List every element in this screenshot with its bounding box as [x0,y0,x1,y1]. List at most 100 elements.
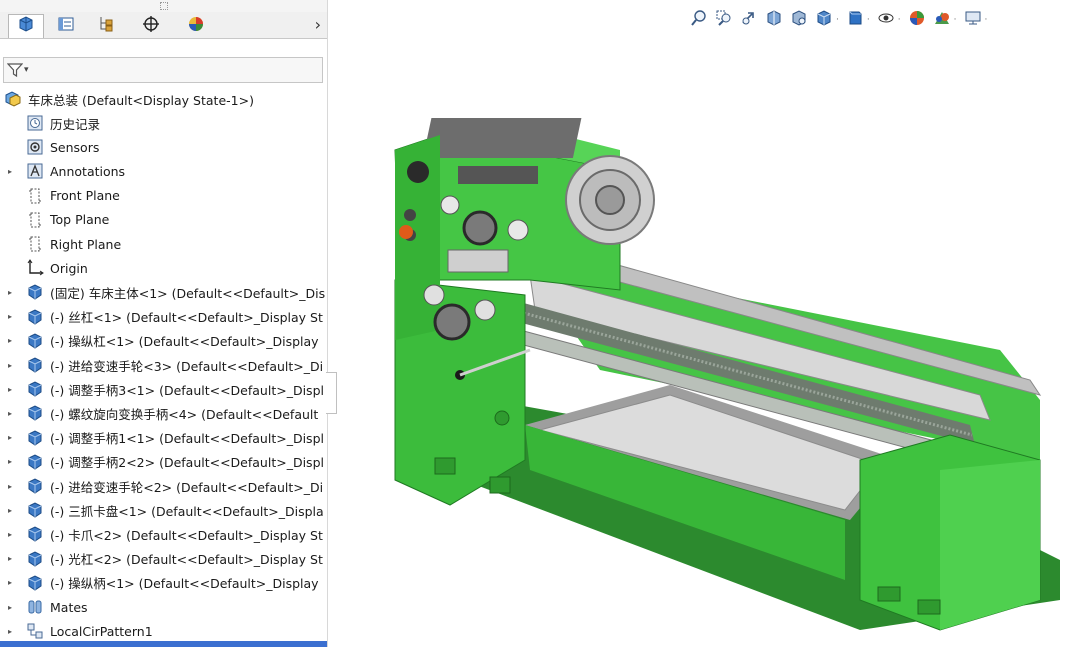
view-orientation-icon [815,9,833,31]
dropdown-caret-icon[interactable]: · [985,15,988,25]
apply-scene-button[interactable] [931,9,953,31]
dropdown-caret-icon[interactable]: · [867,15,870,25]
tree-item-label: (-) 调整手柄3<1> (Default<<Default>_Displ [50,382,324,398]
tree-item[interactable]: ▸ (-) 调整手柄1<1> (Default<<Default>_Displ [0,427,327,449]
expand-arrow-icon[interactable]: ▸ [8,288,12,297]
tree-item[interactable]: ▸ (固定) 车床主体<1> (Default<<Default>_Dis [0,281,327,303]
panel-scroll-indicator[interactable] [326,372,337,414]
tree-item[interactable]: Front Plane [0,185,327,207]
expand-arrow-icon[interactable]: ▸ [8,506,12,515]
expand-arrow-icon[interactable]: ▸ [8,482,12,491]
previous-view-icon [740,9,758,31]
panel-grip[interactable] [0,0,327,12]
expand-arrow-icon[interactable]: ▸ [8,530,12,539]
zoom-to-area-button[interactable] [713,9,735,31]
expand-arrow-icon[interactable]: ▸ [8,409,12,418]
tree-item-label: 车床总装 (Default<Display State-1>) [28,92,254,108]
tree-item[interactable]: ▸ (-) 卡爪<2> (Default<<Default>_Display St [0,523,327,545]
expand-arrow-icon[interactable]: ▸ [8,385,12,394]
tree-item[interactable]: ▸ Annotations [0,160,327,182]
tree-item-label: (-) 调整手柄2<2> (Default<<Default>_Displ [50,455,324,471]
dropdown-caret-icon[interactable]: · [954,15,957,25]
expand-arrow-icon[interactable]: ▸ [8,457,12,466]
tree-item[interactable]: Top Plane [0,209,327,231]
dynamic-annotation-icon [790,9,808,31]
dynamic-annotation-button[interactable] [788,9,810,31]
origin-icon [26,259,44,277]
tree-item-label: (-) 操纵杠<1> (Default<<Default>_Display [50,334,319,350]
expand-arrow-icon[interactable]: ▸ [8,627,12,636]
tree-item[interactable]: 历史记录 [0,112,327,134]
view-orientation-button[interactable] [813,9,835,31]
plane-icon [26,211,44,229]
part-icon [26,477,44,495]
tab-feature-manager[interactable] [8,14,44,38]
property-manager-icon [57,15,75,37]
tree-item-label: (-) 三抓卡盘<1> (Default<<Default>_Displa [50,503,324,519]
part-icon [26,283,44,301]
display-style-icon [846,9,864,31]
expand-arrow-icon[interactable]: ▸ [8,336,12,345]
section-view-icon [765,9,783,31]
grip-dots [160,2,168,10]
tree-item-label: LocalCirPattern1 [50,623,153,639]
tree-item[interactable]: ▸ Mates [0,596,327,618]
zoom-to-fit-icon [690,9,708,31]
tree-item[interactable]: ▸ LocalCirPattern1 [0,620,327,642]
tree-item[interactable]: Right Plane [0,233,327,255]
expand-arrow-icon[interactable]: ▸ [8,167,12,176]
tree-item-label: (-) 操纵柄<1> (Default<<Default>_Display [50,576,319,592]
tree-item[interactable]: ▸ (-) 进给变速手轮<2> (Default<<Default>_Di [0,475,327,497]
tree-item[interactable]: ▸ (-) 操纵杠<1> (Default<<Default>_Display [0,330,327,352]
tree-filter[interactable]: ▾ [3,57,323,83]
expand-arrow-icon[interactable]: ▸ [8,433,12,442]
expand-arrow-icon[interactable]: ▸ [8,603,12,612]
expand-arrow-icon[interactable]: ▸ [8,312,12,321]
expand-arrow-icon[interactable]: ▸ [8,578,12,587]
edit-appearance-button[interactable] [906,9,928,31]
display-style-button[interactable] [844,9,866,31]
tab-property-manager[interactable] [48,14,84,38]
tree-item[interactable]: Sensors [0,136,327,158]
plane-icon [26,187,44,205]
tab-display-manager[interactable] [178,14,214,38]
tree-item-label: Sensors [50,139,100,155]
hide-show-items-button[interactable] [875,9,897,31]
panel-bottom-accent [0,641,327,647]
part-icon [26,574,44,592]
tab-configuration-manager[interactable] [88,14,124,38]
tree-item[interactable]: Origin [0,257,327,279]
tree-item-label: (-) 螺纹旋向变换手柄<4> (Default<<Default [50,406,319,422]
feature-manager-icon [17,15,35,38]
tree-item[interactable]: ▸ (-) 光杠<2> (Default<<Default>_Display St [0,548,327,570]
dropdown-caret-icon[interactable]: · [836,15,839,25]
tree-item[interactable]: ▸ (-) 丝杠<1> (Default<<Default>_Display St [0,306,327,328]
filter-icon [7,63,23,78]
part-icon [26,453,44,471]
tree-item[interactable]: ▸ (-) 三抓卡盘<1> (Default<<Default>_Displa [0,499,327,521]
tree-root-assembly[interactable]: 车床总装 (Default<Display State-1>) [0,88,327,110]
tree-item[interactable]: ▸ (-) 进给变速手轮<3> (Default<<Default>_Di [0,354,327,376]
tree-item[interactable]: ▸ (-) 调整手柄3<1> (Default<<Default>_Displ [0,378,327,400]
tree-item-label: (-) 卡爪<2> (Default<<Default>_Display St [50,527,323,543]
view-settings-button[interactable] [962,9,984,31]
part-icon [26,525,44,543]
graphics-area[interactable] [340,40,1080,647]
expand-arrow-icon[interactable]: ▸ [8,554,12,563]
expand-arrow-icon[interactable]: ▸ [8,361,12,370]
mates-icon [26,598,44,616]
dropdown-caret-icon[interactable]: · [898,15,901,25]
tree-item[interactable]: ▸ (-) 操纵柄<1> (Default<<Default>_Display [0,572,327,594]
tree-item-label: (-) 调整手柄1<1> (Default<<Default>_Displ [50,431,324,447]
display-manager-icon [187,15,205,37]
part-icon [26,332,44,350]
part-icon [26,356,44,374]
lathe-model[interactable] [340,40,1080,647]
zoom-to-fit-button[interactable] [688,9,710,31]
tree-item[interactable]: ▸ (-) 螺纹旋向变换手柄<4> (Default<<Default [0,402,327,424]
tree-item[interactable]: ▸ (-) 调整手柄2<2> (Default<<Default>_Displ [0,451,327,473]
section-view-button[interactable] [763,9,785,31]
more-tabs-chevron-icon[interactable]: › [315,15,321,34]
previous-view-button[interactable] [738,9,760,31]
tab-dimxpert[interactable] [133,14,169,38]
